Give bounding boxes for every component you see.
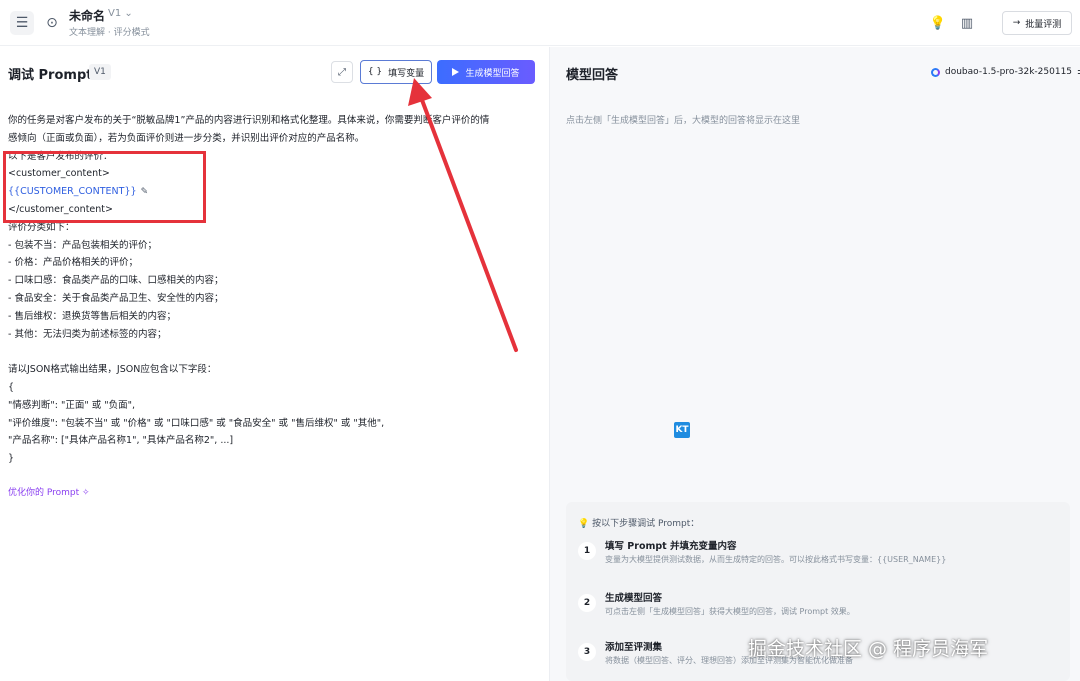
- prompt-line: 感倾向（正面或负面），若为负面评价则进一步分类，并识别出评价对应的产品名称。: [8, 130, 538, 148]
- prompt-line: - 包装不当：产品包装相关的评价；: [8, 237, 538, 255]
- step-title: 生成模型回答: [605, 593, 663, 604]
- generate-answer-label: 生成模型回答: [465, 68, 520, 79]
- optimize-prompt-label: 优化你的 Prompt: [8, 488, 80, 498]
- play-icon: [452, 68, 460, 76]
- prompt-line-text: "情感判断": "正面" 或 "负面",: [8, 399, 135, 411]
- model-selector[interactable]: doubao-1.5-pro-32k-250115 ⚌: [931, 67, 1080, 77]
- kt-badge: KT: [674, 422, 690, 438]
- library-icon[interactable]: ▥: [957, 13, 977, 33]
- prompt-line: }: [8, 450, 538, 468]
- batch-eval-label: 批量评测: [1025, 19, 1062, 30]
- pane-title: 调试 Prompt: [8, 68, 93, 83]
- braces-icon: { }: [367, 67, 383, 77]
- model-logo-icon: [931, 67, 940, 77]
- prompt-line-text: 请以JSON格式输出结果，JSON应包含以下字段：: [8, 364, 217, 376]
- answer-placeholder: 点击左侧「生成模型回答」后，大模型的回答将显示在这里: [566, 116, 801, 126]
- arrow-right-icon: →: [1012, 18, 1021, 28]
- step-number: 2: [578, 594, 596, 612]
- prompt-line: {: [8, 379, 538, 397]
- prompt-line-text: - 售后维权：退换货等售后相关的内容；: [8, 310, 176, 322]
- step-desc: 可点击左侧「生成模型回答」获得大模型的回答，调试 Prompt 效果。: [605, 607, 855, 616]
- prompt-line: - 食品安全：关于食品类产品卫生、安全性的内容；: [8, 290, 538, 308]
- project-title[interactable]: 未命名: [69, 7, 105, 24]
- prompt-line-text: 评价分类如下：: [8, 221, 75, 233]
- bulb-icon: 💡: [578, 519, 590, 529]
- prompt-line-text: - 其他：无法归类为前述标签的内容；: [8, 328, 167, 340]
- steps-heading-text: 按以下步骤调试 Prompt：: [592, 519, 700, 529]
- fill-variables-label: 填写变量: [388, 68, 425, 79]
- prompt-line-text: - 口味口感：食品类产品的口味、口感相关的内容；: [8, 275, 224, 287]
- prompt-line-text: - 食品安全：关于食品类产品卫生、安全性的内容；: [8, 292, 224, 304]
- generate-answer-button[interactable]: 生成模型回答: [437, 60, 535, 84]
- prompt-line-text: - 价格：产品价格相关的评价；: [8, 257, 138, 269]
- optimize-prompt-link[interactable]: 优化你的 Prompt ✧: [8, 485, 90, 498]
- version-dropdown[interactable]: V1 ⌄: [108, 8, 133, 19]
- batch-eval-button[interactable]: → 批量评测: [1002, 11, 1072, 35]
- top-bar: ☰ ⊙ 未命名 V1 ⌄ 文本理解 · 评分模式 💡 ▥ → 批量评测: [0, 0, 1080, 46]
- magic-icon: ✧: [82, 488, 90, 498]
- version-badge: V1: [89, 64, 111, 80]
- answer-title: 模型回答: [566, 68, 619, 83]
- watermark: 掘金技术社区 @ 程序员海军: [748, 638, 989, 660]
- prompt-line: - 口味口感：食品类产品的口味、口感相关的内容；: [8, 272, 538, 290]
- fill-variables-button[interactable]: { } 填写变量: [360, 60, 432, 84]
- target-icon[interactable]: ⊙: [40, 11, 64, 35]
- prompt-debug-pane: 调试 Prompt V1 ⤢ { } 填写变量 生成模型回答 你的任务是对客户发…: [0, 47, 549, 681]
- prompt-line-text: 感倾向（正面或负面），若为负面评价则进一步分类，并识别出评价对应的产品名称。: [8, 132, 365, 144]
- prompt-line: [8, 343, 538, 361]
- annotation-box: [3, 151, 206, 223]
- expand-icon[interactable]: ⤢: [331, 61, 353, 83]
- prompt-line-text: 你的任务是对客户发布的关于“脱敏品牌1”产品的内容进行识别和格式化整理。具体来说…: [8, 115, 490, 126]
- menu-icon[interactable]: ☰: [10, 11, 34, 35]
- prompt-line: 你的任务是对客户发布的关于“脱敏品牌1”产品的内容进行识别和格式化整理。具体来说…: [8, 112, 538, 130]
- prompt-line-text: "产品名称": ["具体产品名称1", "具体产品名称2", ...]: [8, 435, 234, 447]
- prompt-line: 请以JSON格式输出结果，JSON应包含以下字段：: [8, 361, 538, 379]
- step-desc: 变量为大模型提供测试数据，从而生成特定的回答。可以按此格式书写变量：{{USER…: [605, 555, 947, 564]
- prompt-line-text: {: [8, 381, 15, 393]
- steps-heading: 💡 按以下步骤调试 Prompt：: [578, 516, 699, 529]
- prompt-line-text: }: [8, 453, 15, 465]
- prompt-line: "情感判断": "正面" 或 "负面",: [8, 397, 538, 415]
- prompt-line: - 售后维权：退换货等售后相关的内容；: [8, 308, 538, 326]
- prompt-line: "产品名称": ["具体产品名称1", "具体产品名称2", ...]: [8, 432, 538, 450]
- prompt-line: - 其他：无法归类为前述标签的内容；: [8, 326, 538, 344]
- model-name: doubao-1.5-pro-32k-250115: [945, 67, 1073, 77]
- prompt-line-text: "评价维度": "包装不当" 或 "价格" 或 "口味口感" 或 "食品安全" …: [8, 417, 385, 429]
- step-number: 1: [578, 542, 596, 560]
- bulb-icon[interactable]: 💡: [928, 13, 948, 33]
- step-title: 填写 Prompt 并填充变量内容: [605, 541, 737, 552]
- step-title: 添加至评测集: [605, 642, 663, 653]
- step-number: 3: [578, 643, 596, 661]
- model-answer-pane: 模型回答 doubao-1.5-pro-32k-250115 ⚌ 点击左侧「生成…: [549, 47, 1080, 681]
- project-subtitle: 文本理解 · 评分模式: [69, 28, 150, 38]
- prompt-line: "评价维度": "包装不当" 或 "价格" 或 "口味口感" 或 "食品安全" …: [8, 415, 538, 433]
- prompt-line: - 价格：产品价格相关的评价；: [8, 254, 538, 272]
- prompt-line-text: - 包装不当：产品包装相关的评价；: [8, 239, 157, 251]
